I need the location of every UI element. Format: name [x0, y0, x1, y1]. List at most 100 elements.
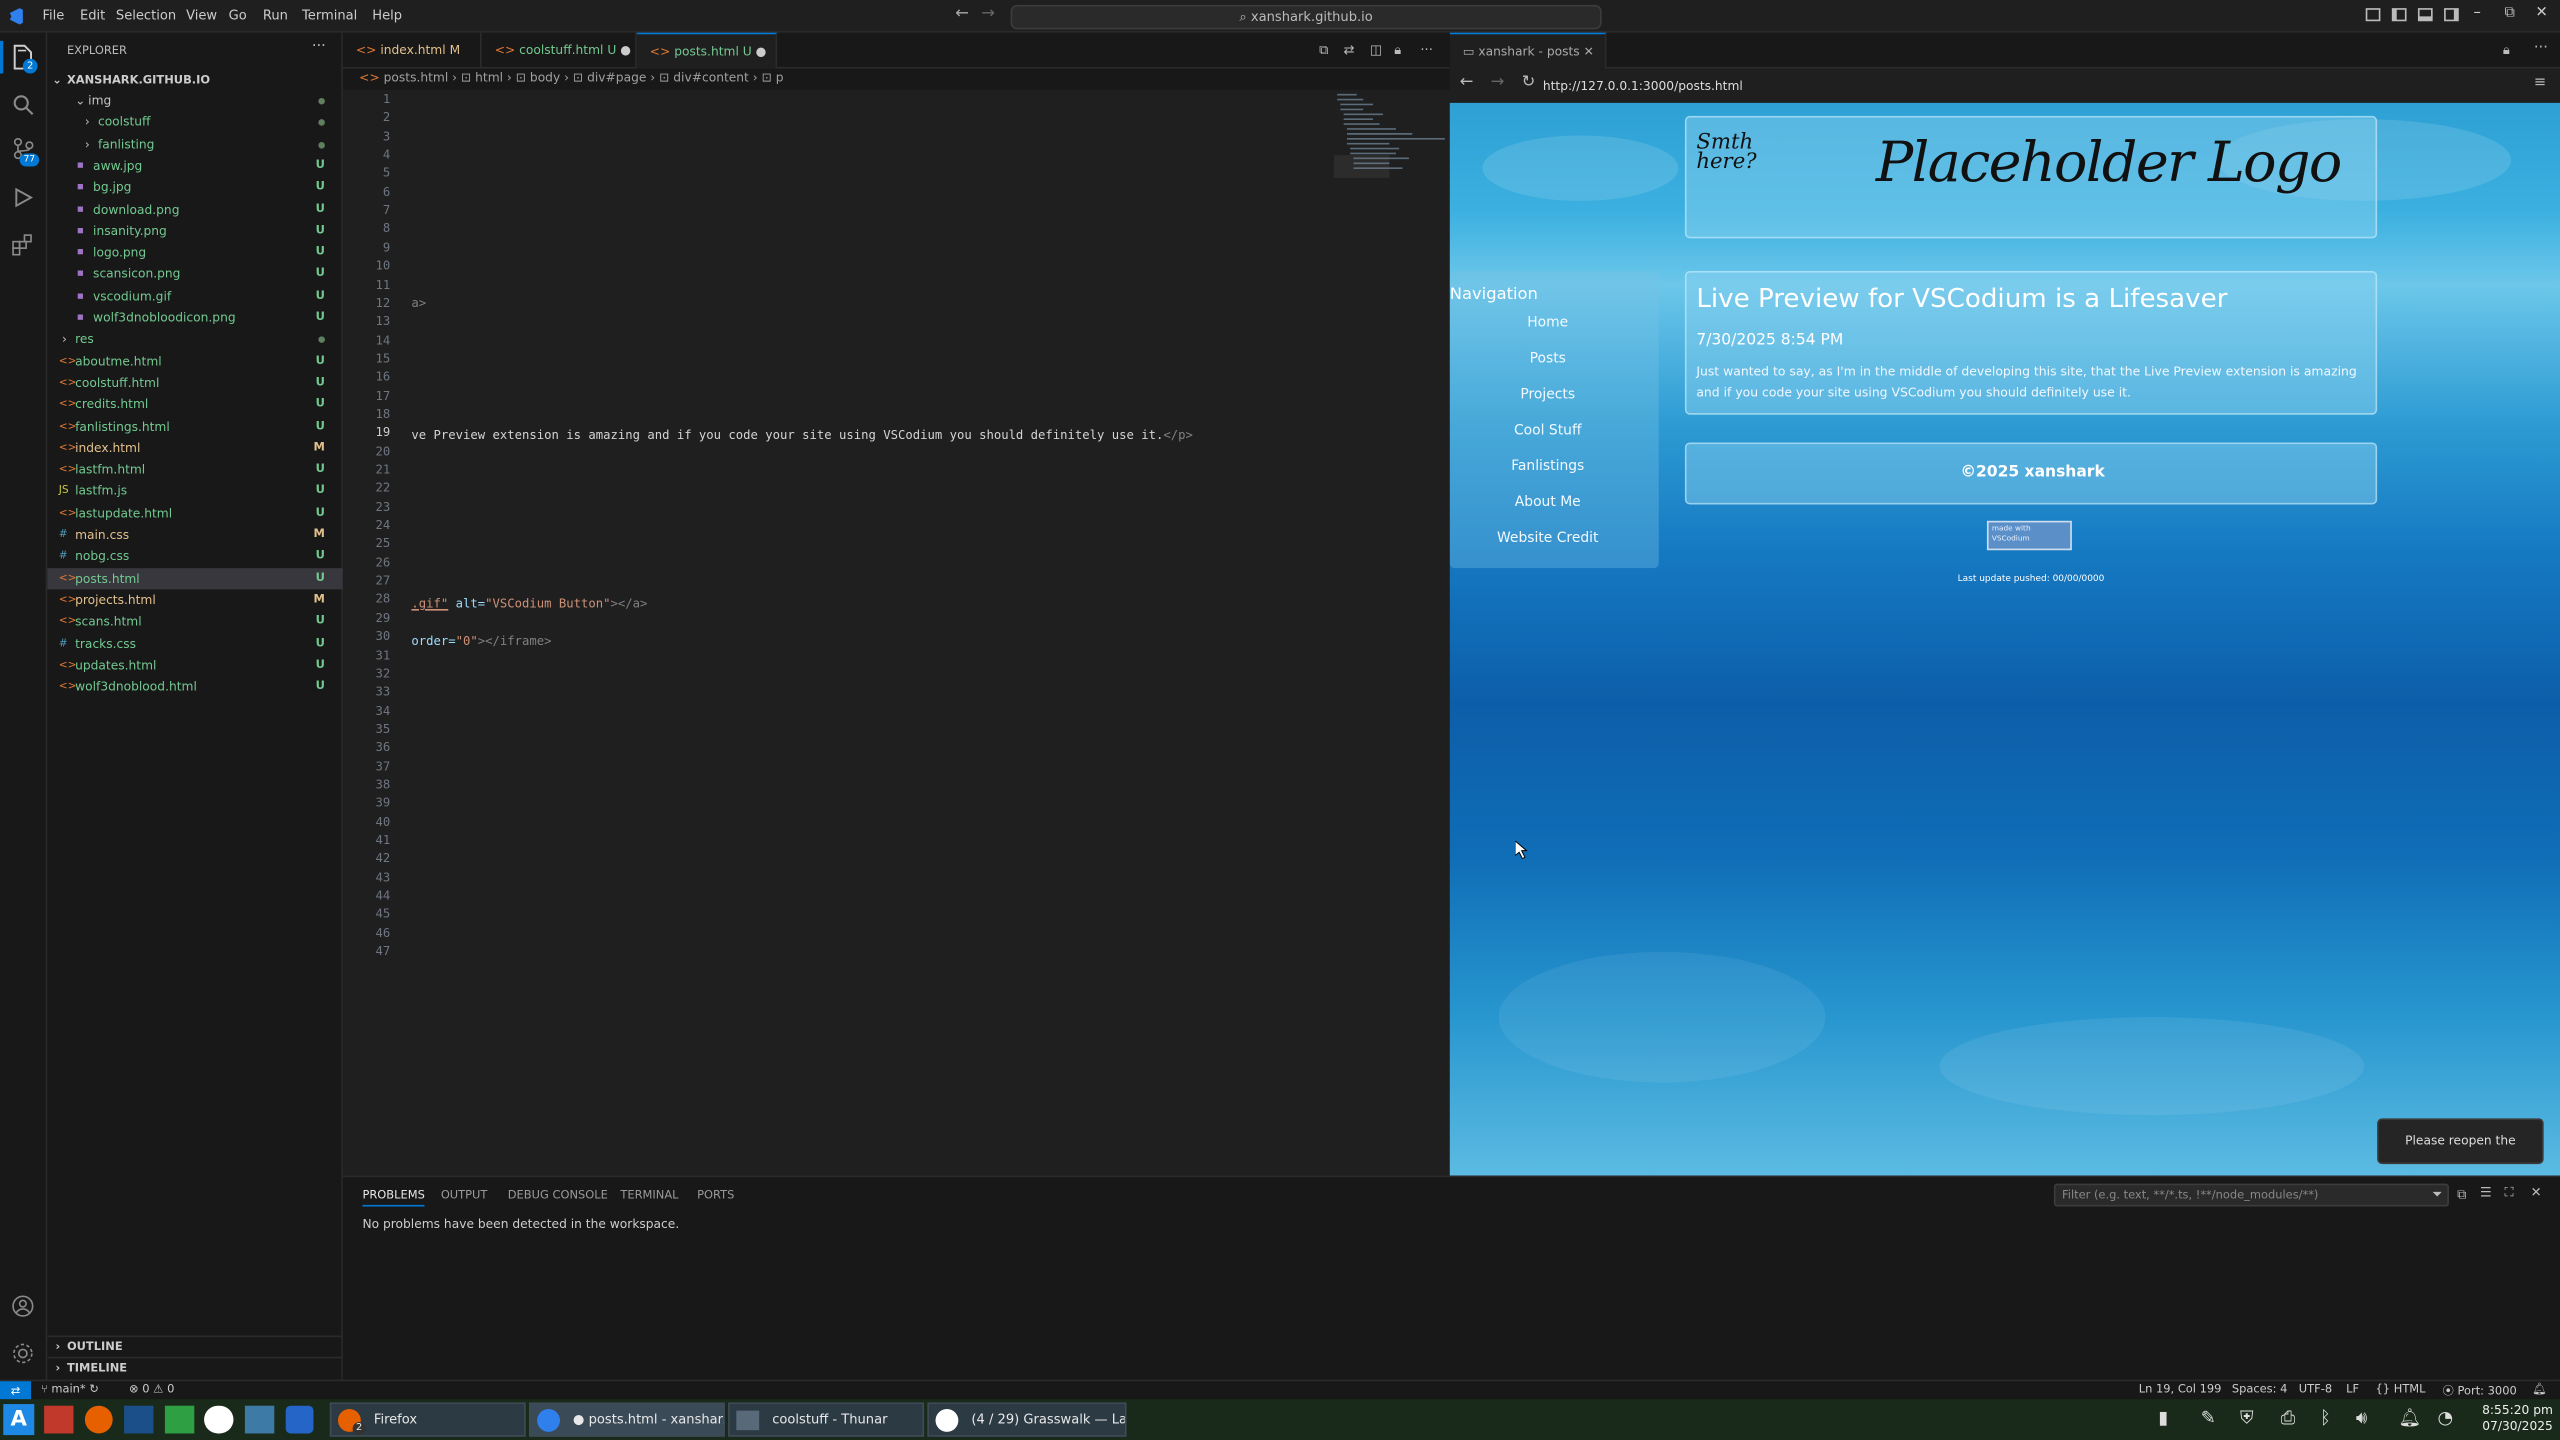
notification-bell-icon[interactable]: 🔔︎ [2398, 1407, 2421, 1428]
shield-icon[interactable]: ⛨ [2240, 1407, 2253, 1430]
preview-webpage[interactable]: Smth here? Placeholder Logo Navigation H… [1449, 102, 2560, 1176]
tab-problems[interactable]: PROBLEMS [362, 1189, 425, 1207]
menu-run[interactable]: Run [263, 8, 288, 23]
toggle-panel-icon[interactable] [2417, 8, 2433, 22]
file-item[interactable]: <> scans.html U [47, 611, 343, 632]
menu-selection[interactable]: Selection [116, 8, 176, 23]
tab-debug-console[interactable]: DEBUG CONSOLE [508, 1189, 608, 1202]
minimap[interactable] [1327, 90, 1445, 188]
close-window-icon[interactable]: ✕ [2536, 5, 2548, 21]
file-item[interactable]: ▪ vscodium.gif U [47, 285, 343, 306]
split-editor-icon[interactable]: ◫ [1370, 42, 1382, 57]
live-server-port[interactable]: ⦿ Port: 3000 [2442, 1383, 2516, 1399]
lock-icon[interactable]: 🔒︎ [2503, 42, 2510, 58]
nav-link-posts[interactable]: Posts [1450, 351, 1646, 367]
battery-icon[interactable]: ▮ [2158, 1407, 2168, 1428]
language-mode[interactable]: {} HTML [2376, 1383, 2426, 1396]
toggle-secondary-sidebar-icon[interactable] [2444, 8, 2459, 22]
nav-link-fanlistings[interactable]: Fanlistings [1450, 459, 1646, 475]
bluetooth-icon[interactable]: ᛒ [2320, 1407, 2331, 1428]
end-of-line[interactable]: LF [2346, 1383, 2359, 1396]
volume-icon[interactable]: 🔊︎ [2356, 1407, 2367, 1430]
nav-link-website-credit[interactable]: Website Credit [1450, 531, 1646, 547]
folder-item[interactable]: › coolstuff [47, 112, 343, 133]
encoding[interactable]: UTF-8 [2299, 1383, 2332, 1396]
reload-icon[interactable]: ↻ [1522, 73, 1536, 91]
menu-edit[interactable]: Edit [80, 8, 105, 23]
branch-status[interactable]: ⑂ main* ↻ [41, 1383, 99, 1396]
indentation[interactable]: Spaces: 4 [2232, 1383, 2288, 1396]
customize-layout-icon[interactable] [2365, 8, 2381, 22]
clock[interactable]: 8:55:20 pm 07/30/2025 [2475, 1402, 2560, 1435]
back-arrow-icon[interactable]: ← [955, 5, 969, 23]
firefox-launcher-icon[interactable] [84, 1405, 113, 1434]
nav-link-about-me[interactable]: About Me [1450, 495, 1646, 511]
more-actions-icon[interactable]: ··· [2534, 41, 2548, 57]
notifications-bell-icon[interactable]: 🔔︎ [2532, 1383, 2547, 1396]
terminal-launcher-icon[interactable] [164, 1405, 195, 1434]
printer-icon[interactable]: ⎙ [2281, 1407, 2295, 1430]
extensions-icon[interactable] [11, 233, 34, 256]
task-thunar[interactable]: coolstuff - Thunar [728, 1402, 925, 1437]
timeline-section[interactable]: › TIMELINE [47, 1356, 343, 1378]
breadcrumb-item[interactable]: body [530, 70, 560, 85]
editor-launcher-icon[interactable] [244, 1405, 275, 1434]
app-menu-icon[interactable]: A [3, 1404, 35, 1436]
code-editor[interactable]: 1 2 3 4 5 6 7 8 9 10 11 12 13 14 15 16 17 18 19 20 21 22 23 24 2… [342, 89, 1450, 1176]
music-launcher-icon[interactable] [204, 1405, 234, 1434]
file-item[interactable]: # nobg.css U [47, 546, 343, 567]
folder-item[interactable]: › res [47, 329, 343, 350]
unsaved-dot-icon[interactable]: ● [620, 42, 631, 57]
file-item[interactable]: ▪ logo.png U [47, 242, 343, 263]
problems-status[interactable]: ⊗ 0 ⚠ 0 [129, 1383, 174, 1396]
menu-help[interactable]: Help [372, 8, 402, 23]
forward-arrow-icon[interactable]: → [981, 5, 995, 23]
task-firefox[interactable]: 2 Firefox [329, 1402, 526, 1437]
menu-go[interactable]: Go [229, 8, 247, 23]
tab-coolstuff-html[interactable]: <> coolstuff.html U ● [482, 32, 637, 69]
nav-link-home[interactable]: Home [1450, 315, 1646, 331]
breadcrumb-item[interactable]: div#content [673, 70, 749, 85]
file-item[interactable]: <> coolstuff.html U [47, 372, 343, 393]
vpn-launcher-icon[interactable] [285, 1405, 314, 1434]
compare-icon[interactable]: ⇄ [1344, 42, 1355, 57]
file-item[interactable]: JS lastfm.js U [47, 481, 343, 502]
toggle-sidebar-icon[interactable] [2391, 8, 2407, 22]
menu-view[interactable]: View [186, 8, 217, 23]
minimize-icon[interactable]: – [2473, 5, 2480, 21]
file-item[interactable]: <> wolf3dnoblood.html U [47, 676, 343, 697]
folder-item[interactable]: ⌄ img [47, 90, 343, 111]
file-item[interactable]: <> lastfm.html U [47, 459, 343, 480]
workspace-root[interactable]: ⌄ XANSHARK.GITHUB.IO [47, 70, 343, 91]
file-item[interactable]: ▪ wolf3dnobloodicon.png U [47, 307, 343, 328]
maximize-panel-icon[interactable]: ⛶ [2504, 1185, 2513, 1201]
breadcrumb-item[interactable]: div#page [587, 70, 646, 85]
search-icon[interactable] [11, 93, 34, 116]
file-item[interactable]: <> posts.html U [47, 567, 343, 589]
file-item[interactable]: ▪ scansicon.png U [47, 263, 343, 284]
run-debug-icon[interactable] [11, 186, 34, 209]
nav-link-projects[interactable]: Projects [1450, 387, 1646, 403]
tab-ports[interactable]: PORTS [697, 1189, 734, 1202]
lock-icon[interactable]: 🔒︎ [1394, 42, 1401, 58]
cursor-position[interactable]: Ln 19, Col 199 [2139, 1383, 2222, 1396]
file-item[interactable]: <> updates.html U [47, 654, 343, 675]
filter-icon[interactable]: ⏷ [2432, 1187, 2442, 1203]
file-manager-launcher-icon[interactable] [44, 1405, 74, 1434]
remote-icon[interactable]: ⇄ [0, 1381, 32, 1401]
file-item[interactable]: <> projects.html M [47, 589, 343, 610]
open-preview-icon[interactable]: ⧉ [1319, 42, 1328, 58]
close-panel-icon[interactable]: ✕ [2531, 1185, 2542, 1200]
toast-notification[interactable]: Please reopen the preview. [2377, 1118, 2544, 1176]
tab-preview[interactable]: ▭ xanshark - posts ✕ [1449, 32, 1607, 69]
file-item[interactable]: <> fanlistings.html U [47, 416, 343, 437]
steam-launcher-icon[interactable] [124, 1405, 154, 1434]
nav-link-cool-stuff[interactable]: Cool Stuff [1450, 423, 1646, 439]
tab-posts-html[interactable]: <> posts.html U ● [636, 32, 778, 69]
file-item[interactable]: ▪ download.png U [47, 198, 343, 219]
close-icon[interactable]: ✕ [1584, 44, 1594, 59]
copy-icon[interactable]: ⧉ [2457, 1187, 2466, 1203]
unsaved-dot-icon[interactable]: ● [756, 44, 767, 59]
file-item[interactable]: <> credits.html U [47, 394, 343, 415]
outline-section[interactable]: › OUTLINE [47, 1335, 343, 1357]
